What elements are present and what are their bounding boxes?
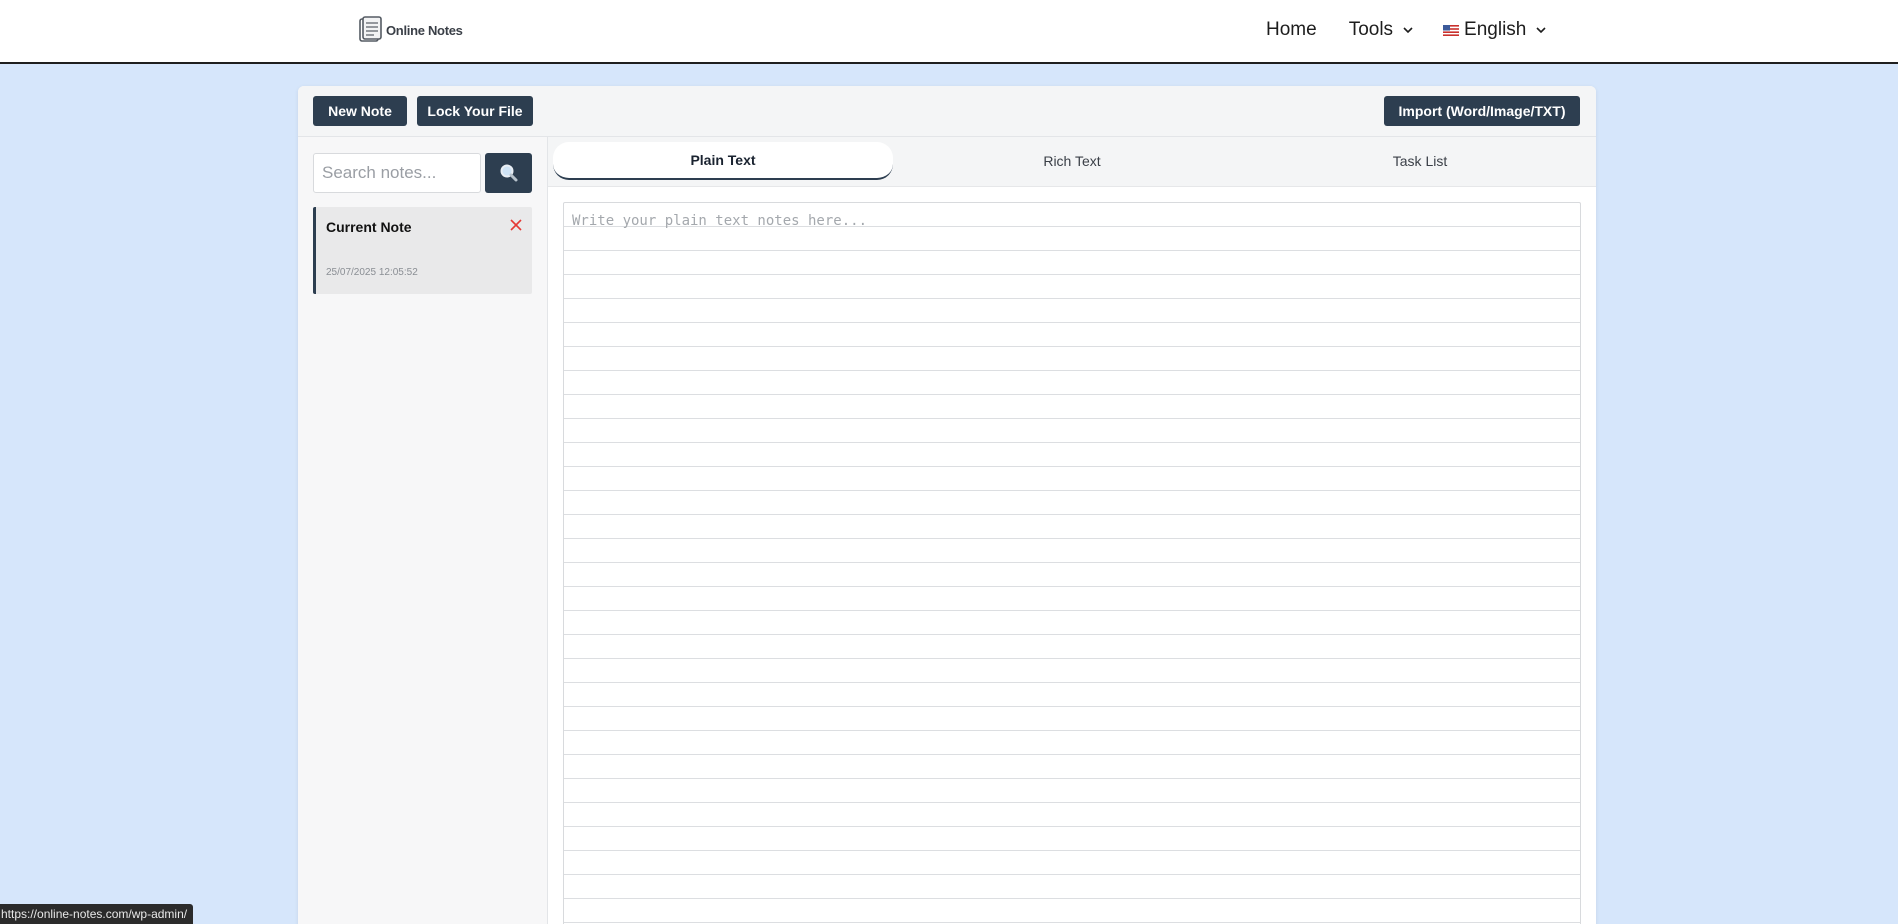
note-title: Current Note: [326, 219, 412, 235]
chevron-down-icon: [1536, 27, 1546, 34]
toolbar: New Note Lock Your File Import (Word/Ima…: [298, 86, 1596, 137]
status-bar-url: https://online-notes.com/wp-admin/: [0, 904, 194, 924]
import-button[interactable]: Import (Word/Image/TXT): [1384, 96, 1580, 126]
new-note-button[interactable]: New Note: [313, 96, 407, 126]
notes-sidebar: Current Note 25/07/2025 12:05:52: [298, 137, 548, 924]
nav-tools-label: Tools: [1348, 19, 1394, 40]
language-selector[interactable]: English: [1443, 19, 1546, 41]
nav-home-link[interactable]: Home: [1266, 19, 1317, 41]
tab-rich-text[interactable]: Rich Text: [902, 142, 1242, 180]
delete-note-icon[interactable]: [508, 217, 524, 233]
us-flag-icon: [1443, 24, 1460, 36]
editor-tabs: Plain Text Rich Text Task List: [548, 137, 1596, 187]
site-logo[interactable]: Online Notes: [356, 14, 463, 46]
main-nav: Home Tools English: [1266, 18, 1546, 42]
nav-tools-dropdown[interactable]: Tools: [1349, 19, 1413, 41]
chevron-down-icon: [1403, 27, 1413, 34]
note-timestamp: 25/07/2025 12:05:52: [326, 267, 418, 278]
nav-home-label: Home: [1266, 19, 1317, 40]
search-icon: [500, 164, 517, 182]
notes-app: New Note Lock Your File Import (Word/Ima…: [298, 86, 1596, 924]
site-header: Online Notes Home Tools English: [0, 0, 1898, 64]
notepad-icon: [359, 16, 382, 42]
note-list-item[interactable]: Current Note 25/07/2025 12:05:52: [313, 207, 532, 294]
tab-task-list[interactable]: Task List: [1250, 142, 1590, 180]
plain-text-editor[interactable]: [563, 202, 1581, 924]
lock-file-button[interactable]: Lock Your File: [417, 96, 533, 126]
logo-text: Online Notes: [386, 22, 463, 38]
language-label: English: [1464, 19, 1527, 40]
search-button[interactable]: [485, 153, 532, 193]
tab-plain-text[interactable]: Plain Text: [553, 142, 893, 180]
editor-area: Plain Text Rich Text Task List: [548, 137, 1596, 924]
search-notes-input[interactable]: [313, 153, 481, 193]
